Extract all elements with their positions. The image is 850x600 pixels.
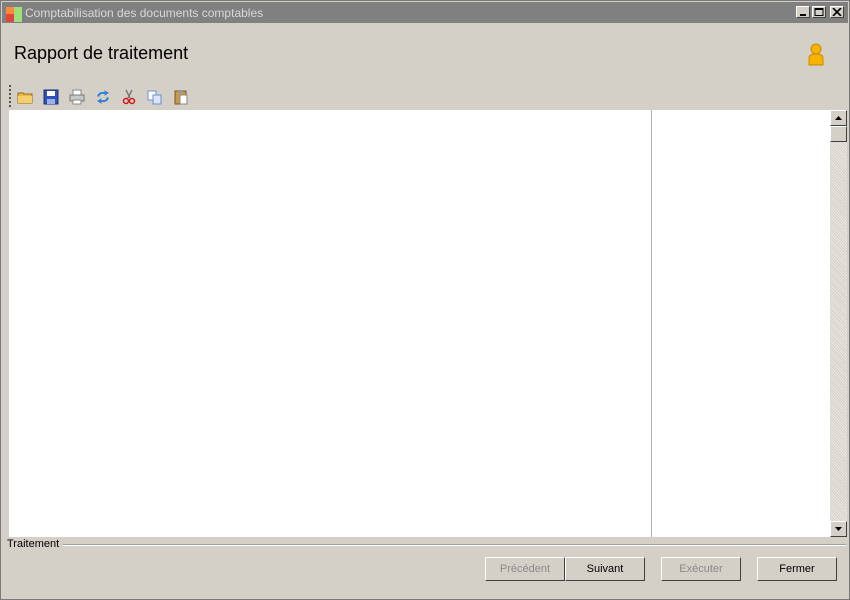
arrow-down-icon	[835, 527, 842, 531]
toolbar-grip[interactable]	[9, 85, 12, 107]
app-icon	[6, 7, 22, 22]
maximize-icon	[814, 8, 824, 16]
previous-button[interactable]: Précédent	[485, 557, 565, 581]
print-icon[interactable]	[67, 87, 87, 107]
close-button[interactable]	[830, 6, 844, 18]
close-window-button[interactable]: Fermer	[757, 557, 837, 581]
group-label: Traitement	[7, 538, 60, 550]
group-separator	[63, 544, 846, 546]
toolbar	[7, 84, 207, 108]
window-title: Comptabilisation des documents comptable…	[25, 6, 264, 20]
column-divider[interactable]	[651, 110, 652, 537]
title-bar[interactable]: Comptabilisation des documents comptable…	[2, 2, 848, 23]
scroll-down-button[interactable]	[830, 521, 847, 537]
save-icon[interactable]	[41, 87, 61, 107]
report-panel[interactable]	[9, 110, 830, 537]
close-icon	[832, 8, 842, 16]
page-title: Rapport de traitement	[14, 43, 189, 63]
arrow-up-icon	[835, 116, 842, 120]
cut-icon[interactable]	[119, 87, 139, 107]
vertical-scrollbar[interactable]	[830, 110, 847, 537]
refresh-icon[interactable]	[93, 87, 113, 107]
maximize-button[interactable]	[812, 6, 826, 18]
open-folder-icon[interactable]	[15, 87, 35, 107]
paste-icon[interactable]	[171, 87, 191, 107]
minimize-icon	[800, 14, 806, 16]
scroll-up-button[interactable]	[830, 110, 847, 126]
main-window: Comptabilisation des documents comptable…	[0, 0, 850, 600]
user-icon	[806, 43, 826, 67]
execute-button[interactable]: Exécuter	[661, 557, 741, 581]
scroll-thumb[interactable]	[830, 126, 847, 142]
minimize-button[interactable]	[796, 6, 810, 18]
next-button[interactable]: Suivant	[565, 557, 645, 581]
copy-icon[interactable]	[145, 87, 165, 107]
